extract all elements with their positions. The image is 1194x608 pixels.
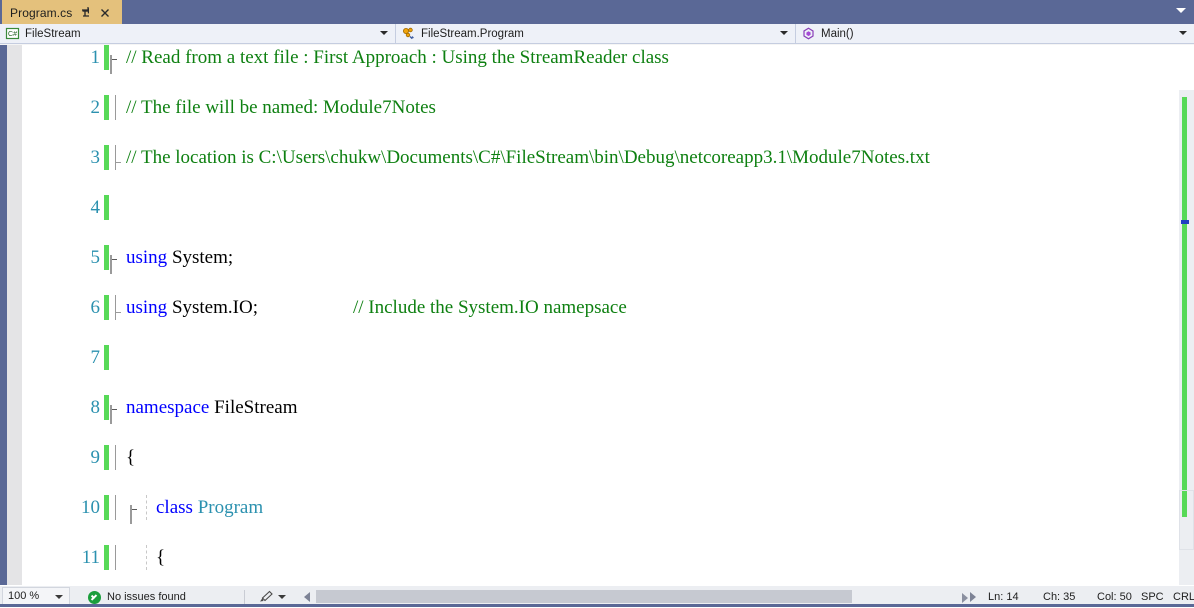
arrow-left-icon[interactable] — [304, 592, 310, 602]
arrow-right-icon[interactable] — [970, 592, 976, 602]
code-line-row[interactable]: 4 — [0, 195, 1194, 220]
document-tab-program-cs[interactable]: Program.cs — [2, 0, 122, 24]
fold-guide — [115, 145, 121, 170]
change-bar — [104, 245, 109, 270]
navbar-member-label: Main() — [821, 27, 854, 40]
scrollbar-thumb[interactable] — [1179, 490, 1194, 550]
change-bar — [104, 545, 109, 570]
navigation-bar: C# FileStream FileStream.Program Main() — [0, 24, 1194, 44]
navbar-member-chevron-down-icon[interactable] — [1179, 31, 1187, 35]
code-lines-container: 1 // Read from a text file : First Appro… — [0, 45, 1194, 585]
change-bar — [104, 45, 109, 70]
line-number: 7 — [90, 347, 101, 368]
code-line-row[interactable]: 5 using System; — [0, 245, 1194, 274]
line-number: 11 — [81, 547, 100, 568]
vertical-scrollbar[interactable] — [1179, 90, 1194, 585]
line-number: 4 — [90, 197, 101, 218]
code-line-row[interactable]: 11 { — [0, 545, 1194, 570]
change-bar — [104, 495, 109, 520]
navbar-project-chevron-down-icon[interactable] — [380, 31, 388, 35]
code-line-row[interactable]: 9 { — [0, 445, 1194, 470]
issues-status[interactable]: No issues found — [88, 586, 186, 608]
fold-collapse-icon[interactable] — [110, 252, 121, 274]
csharp-project-icon: C# — [5, 27, 20, 40]
brush-icon[interactable] — [258, 590, 274, 604]
code-line-row[interactable]: 7 — [0, 345, 1194, 370]
change-bar — [104, 395, 109, 420]
zoom-chevron-down-icon[interactable] — [55, 595, 63, 599]
navbar-type-dropdown[interactable]: FileStream.Program — [396, 24, 796, 43]
fold-guide — [115, 95, 116, 120]
status-line-ending[interactable]: CRL — [1173, 586, 1194, 608]
fold-guide — [115, 545, 116, 570]
scrollbar-caret-marker — [1181, 220, 1189, 224]
line-number: 8 — [90, 397, 101, 418]
change-bar — [104, 445, 109, 470]
scrollbar-change-track — [1182, 97, 1187, 517]
code-line-row[interactable]: 3 // The location is C:\Users\chukw\Docu… — [0, 145, 1194, 170]
fold-collapse-icon[interactable] — [110, 52, 121, 74]
brush-chevron-down-icon[interactable] — [278, 595, 286, 599]
navbar-type-chevron-down-icon[interactable] — [780, 31, 788, 35]
arrow-right-icon[interactable] — [962, 593, 968, 603]
horizontal-scrollbar[interactable] — [302, 588, 978, 605]
code-line-row[interactable]: 1 // Read from a text file : First Appro… — [0, 45, 1194, 74]
navbar-project-label: FileStream — [25, 27, 81, 40]
svg-text:C#: C# — [8, 31, 17, 38]
fold-guide — [115, 445, 116, 470]
close-icon[interactable] — [99, 6, 111, 20]
navbar-type-label: FileStream.Program — [421, 27, 524, 40]
change-bar — [104, 95, 109, 120]
code-line-row[interactable]: 6 using System.IO; // Include the System… — [0, 295, 1194, 320]
document-tab-title: Program.cs — [10, 5, 73, 20]
code-text: // Read from a text file : First Approac… — [126, 47, 669, 68]
check-circle-icon — [88, 590, 101, 604]
horizontal-scrollbar-thumb[interactable] — [316, 590, 852, 603]
line-number: 3 — [90, 147, 101, 168]
change-bar — [104, 145, 109, 170]
navbar-member-dropdown[interactable]: Main() — [796, 24, 1194, 43]
change-bar — [104, 345, 109, 370]
code-line-row[interactable]: 10 class Program — [0, 495, 1194, 524]
indent-guide — [146, 545, 147, 570]
change-bar — [104, 295, 109, 320]
tab-overflow-chevron-down-icon[interactable] — [1176, 8, 1186, 13]
line-number: 9 — [90, 447, 101, 468]
code-text: // The file will be named: Module7Notes — [126, 97, 436, 118]
fold-guide — [115, 295, 121, 320]
issues-status-label: No issues found — [107, 591, 186, 603]
code-editor-surface[interactable]: 1 // Read from a text file : First Appro… — [0, 45, 1194, 585]
navbar-project-dropdown[interactable]: C# FileStream — [0, 24, 396, 43]
class-icon — [403, 27, 414, 40]
status-bar: 100 % No issues found Ln: 14 Ch: 35 Col:… — [0, 585, 1194, 607]
method-icon — [803, 27, 814, 40]
pin-icon[interactable] — [80, 6, 92, 20]
zoom-level-label: 100 % — [8, 590, 40, 602]
line-number: 2 — [90, 97, 101, 118]
visual-studio-editor-window: Program.cs C# FileStream FileStream.Prog… — [0, 0, 1194, 607]
zoom-level-dropdown[interactable]: 100 % — [2, 587, 70, 605]
line-number: 6 — [90, 297, 101, 318]
status-char-number: Ch: 35 — [1043, 591, 1076, 603]
code-line-row[interactable]: 8 namespace FileStream — [0, 395, 1194, 424]
change-bar — [104, 195, 109, 220]
status-divider — [244, 590, 245, 604]
fold-collapse-icon[interactable] — [130, 502, 141, 524]
status-indent-mode[interactable]: SPC — [1141, 586, 1164, 608]
status-line-number: Ln: 14 — [988, 591, 1019, 603]
fold-collapse-icon[interactable] — [110, 402, 121, 424]
status-column-number: Col: 50 — [1097, 591, 1132, 603]
fold-guide — [115, 495, 116, 520]
document-tab-strip: Program.cs — [0, 0, 1194, 24]
code-text: // The location is C:\Users\chukw\Docume… — [126, 147, 930, 168]
indent-guide — [146, 495, 147, 520]
line-number: 1 — [90, 47, 101, 68]
line-number: 5 — [90, 247, 101, 268]
code-line-row[interactable]: 2 // The file will be named: Module7Note… — [0, 95, 1194, 120]
line-number: 10 — [81, 497, 100, 518]
